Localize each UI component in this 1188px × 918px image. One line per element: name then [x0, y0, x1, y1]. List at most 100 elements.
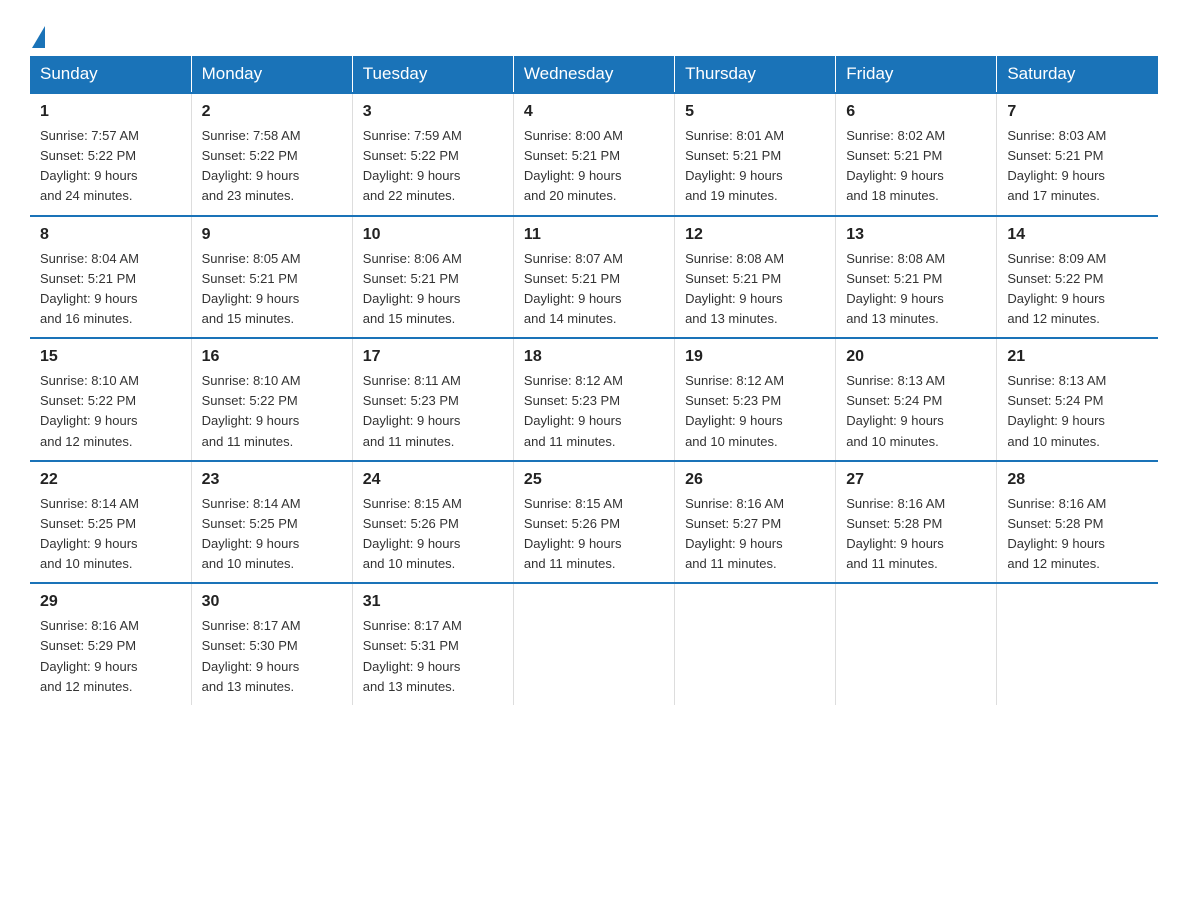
calendar-table: SundayMondayTuesdayWednesdayThursdayFrid… [30, 56, 1158, 705]
day-info: Sunrise: 8:11 AMSunset: 5:23 PMDaylight:… [363, 373, 461, 448]
day-number: 30 [202, 590, 342, 614]
day-info: Sunrise: 8:00 AMSunset: 5:21 PMDaylight:… [524, 128, 623, 203]
day-info: Sunrise: 8:06 AMSunset: 5:21 PMDaylight:… [363, 251, 462, 326]
day-number: 12 [685, 223, 825, 247]
day-number: 8 [40, 223, 181, 247]
calendar-week-row: 8 Sunrise: 8:04 AMSunset: 5:21 PMDayligh… [30, 216, 1158, 339]
day-info: Sunrise: 8:03 AMSunset: 5:21 PMDaylight:… [1007, 128, 1106, 203]
day-of-week-header: Thursday [675, 56, 836, 93]
day-number: 14 [1007, 223, 1148, 247]
day-of-week-header: Saturday [997, 56, 1158, 93]
day-number: 18 [524, 345, 664, 369]
day-info: Sunrise: 8:04 AMSunset: 5:21 PMDaylight:… [40, 251, 139, 326]
day-of-week-header: Monday [191, 56, 352, 93]
day-info: Sunrise: 8:17 AMSunset: 5:30 PMDaylight:… [202, 618, 301, 693]
day-of-week-header: Tuesday [352, 56, 513, 93]
day-of-week-header: Sunday [30, 56, 191, 93]
calendar-day-cell: 27 Sunrise: 8:16 AMSunset: 5:28 PMDaylig… [836, 461, 997, 584]
day-of-week-header: Wednesday [513, 56, 674, 93]
day-number: 16 [202, 345, 342, 369]
calendar-day-cell: 16 Sunrise: 8:10 AMSunset: 5:22 PMDaylig… [191, 338, 352, 461]
calendar-day-cell: 20 Sunrise: 8:13 AMSunset: 5:24 PMDaylig… [836, 338, 997, 461]
day-number: 1 [40, 100, 181, 124]
calendar-day-cell: 8 Sunrise: 8:04 AMSunset: 5:21 PMDayligh… [30, 216, 191, 339]
day-info: Sunrise: 7:59 AMSunset: 5:22 PMDaylight:… [363, 128, 462, 203]
day-info: Sunrise: 8:13 AMSunset: 5:24 PMDaylight:… [1007, 373, 1106, 448]
calendar-week-row: 1 Sunrise: 7:57 AMSunset: 5:22 PMDayligh… [30, 93, 1158, 216]
calendar-day-cell: 17 Sunrise: 8:11 AMSunset: 5:23 PMDaylig… [352, 338, 513, 461]
day-number: 26 [685, 468, 825, 492]
calendar-day-cell: 1 Sunrise: 7:57 AMSunset: 5:22 PMDayligh… [30, 93, 191, 216]
day-info: Sunrise: 8:05 AMSunset: 5:21 PMDaylight:… [202, 251, 301, 326]
calendar-header-row: SundayMondayTuesdayWednesdayThursdayFrid… [30, 56, 1158, 93]
calendar-day-cell [836, 583, 997, 705]
calendar-day-cell: 24 Sunrise: 8:15 AMSunset: 5:26 PMDaylig… [352, 461, 513, 584]
day-number: 9 [202, 223, 342, 247]
day-number: 23 [202, 468, 342, 492]
day-number: 21 [1007, 345, 1148, 369]
day-number: 15 [40, 345, 181, 369]
calendar-day-cell: 18 Sunrise: 8:12 AMSunset: 5:23 PMDaylig… [513, 338, 674, 461]
day-info: Sunrise: 7:58 AMSunset: 5:22 PMDaylight:… [202, 128, 301, 203]
calendar-day-cell: 30 Sunrise: 8:17 AMSunset: 5:30 PMDaylig… [191, 583, 352, 705]
calendar-day-cell [675, 583, 836, 705]
calendar-day-cell: 11 Sunrise: 8:07 AMSunset: 5:21 PMDaylig… [513, 216, 674, 339]
calendar-day-cell: 26 Sunrise: 8:16 AMSunset: 5:27 PMDaylig… [675, 461, 836, 584]
day-number: 3 [363, 100, 503, 124]
day-info: Sunrise: 8:07 AMSunset: 5:21 PMDaylight:… [524, 251, 623, 326]
day-info: Sunrise: 8:02 AMSunset: 5:21 PMDaylight:… [846, 128, 945, 203]
logo [30, 28, 45, 46]
day-info: Sunrise: 8:08 AMSunset: 5:21 PMDaylight:… [846, 251, 945, 326]
day-info: Sunrise: 8:12 AMSunset: 5:23 PMDaylight:… [524, 373, 623, 448]
day-info: Sunrise: 8:13 AMSunset: 5:24 PMDaylight:… [846, 373, 945, 448]
calendar-day-cell: 6 Sunrise: 8:02 AMSunset: 5:21 PMDayligh… [836, 93, 997, 216]
day-number: 11 [524, 223, 664, 247]
day-number: 27 [846, 468, 986, 492]
day-info: Sunrise: 8:14 AMSunset: 5:25 PMDaylight:… [40, 496, 139, 571]
day-number: 5 [685, 100, 825, 124]
day-number: 20 [846, 345, 986, 369]
day-number: 29 [40, 590, 181, 614]
day-info: Sunrise: 8:17 AMSunset: 5:31 PMDaylight:… [363, 618, 462, 693]
day-number: 31 [363, 590, 503, 614]
day-info: Sunrise: 8:16 AMSunset: 5:27 PMDaylight:… [685, 496, 784, 571]
calendar-week-row: 29 Sunrise: 8:16 AMSunset: 5:29 PMDaylig… [30, 583, 1158, 705]
day-number: 2 [202, 100, 342, 124]
day-number: 28 [1007, 468, 1148, 492]
calendar-week-row: 15 Sunrise: 8:10 AMSunset: 5:22 PMDaylig… [30, 338, 1158, 461]
calendar-day-cell: 23 Sunrise: 8:14 AMSunset: 5:25 PMDaylig… [191, 461, 352, 584]
calendar-day-cell: 10 Sunrise: 8:06 AMSunset: 5:21 PMDaylig… [352, 216, 513, 339]
day-info: Sunrise: 8:09 AMSunset: 5:22 PMDaylight:… [1007, 251, 1106, 326]
calendar-day-cell: 15 Sunrise: 8:10 AMSunset: 5:22 PMDaylig… [30, 338, 191, 461]
calendar-day-cell: 28 Sunrise: 8:16 AMSunset: 5:28 PMDaylig… [997, 461, 1158, 584]
calendar-day-cell [997, 583, 1158, 705]
day-info: Sunrise: 8:08 AMSunset: 5:21 PMDaylight:… [685, 251, 784, 326]
calendar-day-cell: 22 Sunrise: 8:14 AMSunset: 5:25 PMDaylig… [30, 461, 191, 584]
calendar-day-cell [513, 583, 674, 705]
calendar-day-cell: 14 Sunrise: 8:09 AMSunset: 5:22 PMDaylig… [997, 216, 1158, 339]
calendar-day-cell: 3 Sunrise: 7:59 AMSunset: 5:22 PMDayligh… [352, 93, 513, 216]
day-info: Sunrise: 8:16 AMSunset: 5:29 PMDaylight:… [40, 618, 139, 693]
calendar-day-cell: 19 Sunrise: 8:12 AMSunset: 5:23 PMDaylig… [675, 338, 836, 461]
day-number: 25 [524, 468, 664, 492]
day-number: 19 [685, 345, 825, 369]
calendar-day-cell: 13 Sunrise: 8:08 AMSunset: 5:21 PMDaylig… [836, 216, 997, 339]
day-number: 7 [1007, 100, 1148, 124]
day-info: Sunrise: 8:10 AMSunset: 5:22 PMDaylight:… [40, 373, 139, 448]
day-number: 4 [524, 100, 664, 124]
calendar-day-cell: 2 Sunrise: 7:58 AMSunset: 5:22 PMDayligh… [191, 93, 352, 216]
day-info: Sunrise: 8:15 AMSunset: 5:26 PMDaylight:… [524, 496, 623, 571]
calendar-day-cell: 5 Sunrise: 8:01 AMSunset: 5:21 PMDayligh… [675, 93, 836, 216]
calendar-day-cell: 9 Sunrise: 8:05 AMSunset: 5:21 PMDayligh… [191, 216, 352, 339]
calendar-day-cell: 31 Sunrise: 8:17 AMSunset: 5:31 PMDaylig… [352, 583, 513, 705]
calendar-day-cell: 7 Sunrise: 8:03 AMSunset: 5:21 PMDayligh… [997, 93, 1158, 216]
day-number: 13 [846, 223, 986, 247]
day-info: Sunrise: 8:14 AMSunset: 5:25 PMDaylight:… [202, 496, 301, 571]
day-number: 24 [363, 468, 503, 492]
calendar-day-cell: 21 Sunrise: 8:13 AMSunset: 5:24 PMDaylig… [997, 338, 1158, 461]
calendar-day-cell: 25 Sunrise: 8:15 AMSunset: 5:26 PMDaylig… [513, 461, 674, 584]
day-info: Sunrise: 8:16 AMSunset: 5:28 PMDaylight:… [846, 496, 945, 571]
calendar-day-cell: 4 Sunrise: 8:00 AMSunset: 5:21 PMDayligh… [513, 93, 674, 216]
day-info: Sunrise: 8:16 AMSunset: 5:28 PMDaylight:… [1007, 496, 1106, 571]
calendar-day-cell: 29 Sunrise: 8:16 AMSunset: 5:29 PMDaylig… [30, 583, 191, 705]
